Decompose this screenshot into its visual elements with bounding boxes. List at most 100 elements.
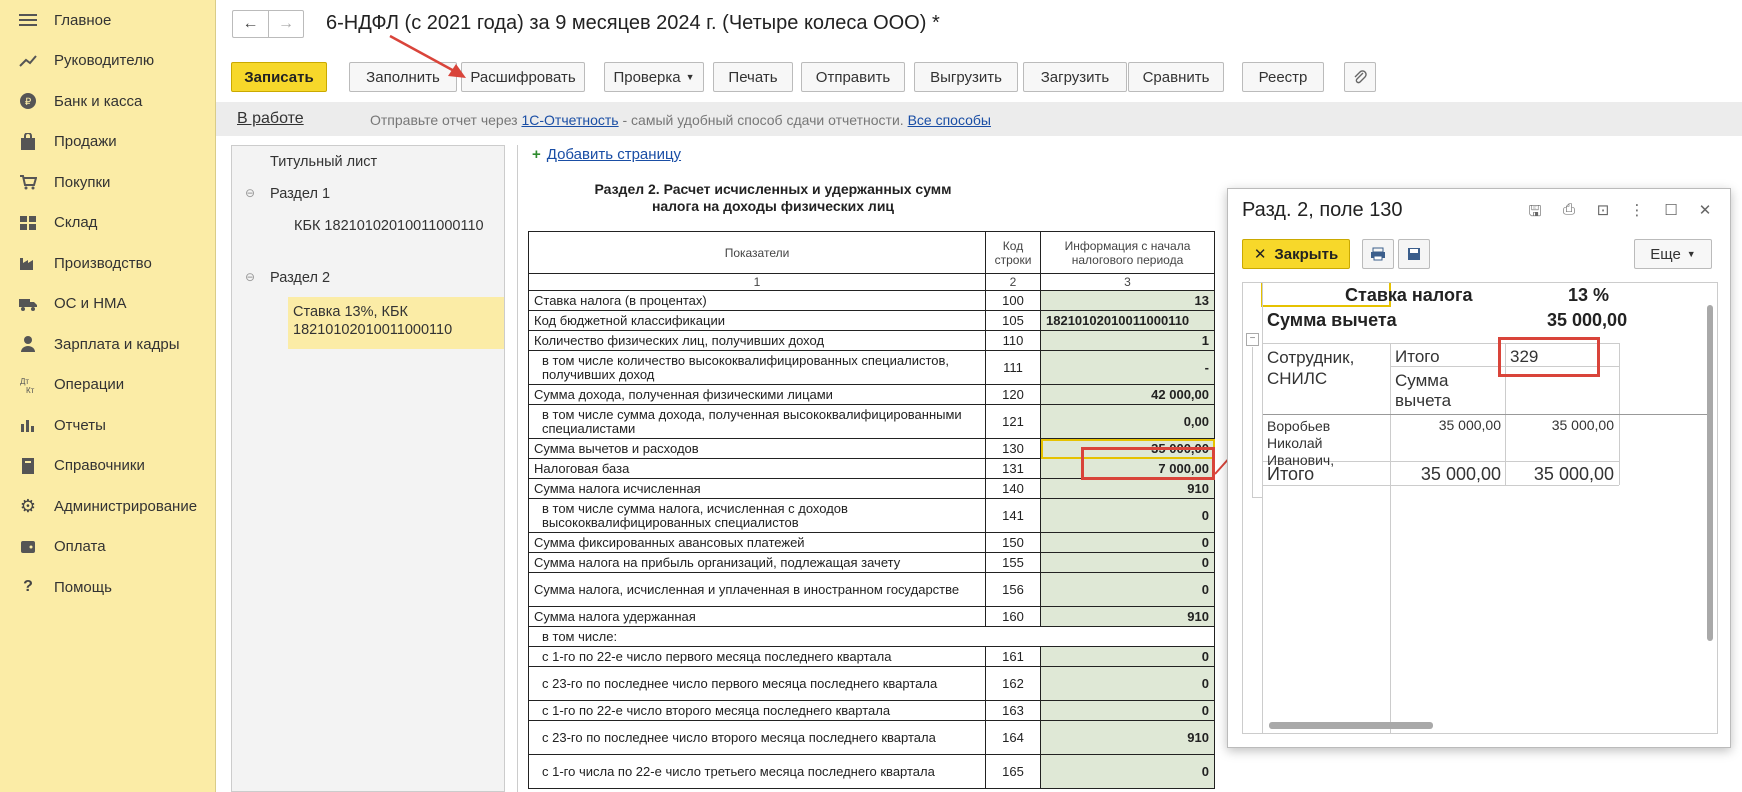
tree-item-section1[interactable]: ⊖ Раздел 1 (232, 186, 504, 210)
value-cell[interactable]: 0 (1040, 646, 1215, 667)
sidebar-item-admin[interactable]: ⚙ Администрирование (0, 486, 215, 527)
more-vert-icon[interactable]: ⋮ (1620, 201, 1654, 226)
vertical-scrollbar[interactable] (1705, 287, 1715, 717)
send-button[interactable]: Отправить (801, 62, 905, 92)
header-line: Сотрудник, (1267, 348, 1355, 367)
value-cell[interactable]: 0 (1040, 666, 1215, 701)
preview-icon[interactable]: ⊡ (1586, 201, 1620, 226)
all-methods-link[interactable]: Все способы (908, 112, 991, 128)
indicator-cell: Сумма налога исчисленная (528, 478, 986, 499)
scrollbar-thumb[interactable] (1707, 305, 1713, 641)
table-row: с 1-го по 22-е число первого месяца посл… (528, 646, 1215, 667)
status-text: Отправьте отчет через (370, 112, 522, 128)
sidebar-item-payment[interactable]: Оплата (0, 527, 215, 568)
table-row: Сумма налога, исчисленная и уплаченная в… (528, 572, 1215, 607)
forward-button[interactable]: → (268, 10, 304, 38)
group-collapse-icon[interactable]: − (1246, 333, 1259, 346)
sidebar-item-warehouse[interactable]: Склад (0, 203, 215, 244)
sidebar-item-production[interactable]: Производство (0, 243, 215, 284)
tree-item-rate[interactable]: Ставка 13%, КБК 18210102010011000110 (288, 297, 504, 349)
sidebar-item-salary[interactable]: Зарплата и кадры (0, 324, 215, 365)
total-row-value: 35 000,00 (1420, 464, 1501, 484)
rate-label: Ставка налога (1345, 285, 1473, 305)
value-cell[interactable]: 0 (1040, 532, 1215, 553)
sidebar-item-fixed-assets[interactable]: ОС и НМА (0, 284, 215, 325)
truck-icon (18, 294, 38, 314)
sidebar-item-catalogs[interactable]: Справочники (0, 446, 215, 487)
decode-button[interactable]: Расшифровать (461, 62, 585, 92)
chevron-down-icon: ▼ (685, 72, 695, 82)
value-cell[interactable]: - (1040, 350, 1215, 385)
svg-text:₽: ₽ (25, 97, 32, 108)
print-button[interactable]: Печать (713, 62, 793, 92)
tree-item-kbk1[interactable]: КБК 18210102010011000110 (232, 218, 504, 242)
value-cell[interactable]: 0 (1040, 754, 1215, 789)
save-button[interactable]: Записать (231, 62, 327, 92)
value-cell[interactable]: 0 (1040, 572, 1215, 607)
close-button[interactable]: ✕ Закрыть (1242, 239, 1350, 269)
tree-item-section2[interactable]: ⊖ Раздел 2 (232, 270, 504, 294)
tree-item-label: Ставка 13%, КБК (293, 304, 408, 320)
table-row: с 1-го числа по 22-е число третьего меся… (528, 754, 1215, 789)
indicator-cell: Налоговая база (528, 458, 986, 479)
collapse-icon[interactable]: ⊖ (245, 186, 255, 200)
scrollbar-thumb[interactable] (1269, 722, 1433, 729)
group-line (1252, 347, 1253, 497)
code-cell: 141 (985, 498, 1041, 533)
value-cell[interactable]: 0,00 (1040, 404, 1215, 439)
sidebar-item-purchases[interactable]: Покупки (0, 162, 215, 203)
close-icon[interactable]: ✕ (1688, 201, 1722, 226)
import-button[interactable]: Загрузить (1023, 62, 1127, 92)
tree-item-title-page[interactable]: Титульный лист (232, 154, 504, 178)
export-button[interactable]: Выгрузить (914, 62, 1018, 92)
print-icon[interactable]: ⎙ (1552, 201, 1586, 226)
table-row: с 1-го по 22-е число второго месяца посл… (528, 700, 1215, 721)
value-cell[interactable]: 13 (1040, 290, 1215, 311)
column-number: 3 (1040, 273, 1215, 291)
horizontal-scrollbar[interactable] (1257, 720, 1687, 730)
fill-button[interactable]: Заполнить (349, 62, 457, 92)
check-dropdown-button[interactable]: Проверка ▼ (604, 62, 704, 92)
value-cell[interactable]: 42 000,00 (1040, 384, 1215, 405)
maximize-icon[interactable]: ☐ (1654, 201, 1688, 226)
table-row: Сумма налога на прибыль организаций, под… (528, 552, 1215, 573)
sidebar-item-sales[interactable]: Продажи (0, 122, 215, 163)
value-cell[interactable]: 0 (1040, 552, 1215, 573)
status-message: Отправьте отчет через 1С-Отчетность - са… (370, 112, 991, 128)
status-link[interactable]: В работе (237, 110, 304, 128)
decode-spreadsheet[interactable]: Ставка налога 13 % Сумма вычета 35 000,0… (1242, 282, 1718, 734)
sidebar-item-bank[interactable]: ₽ Банк и касса (0, 81, 215, 122)
sidebar-item-label: Производство (54, 254, 152, 272)
back-button[interactable]: ← (232, 10, 268, 38)
save-file-button[interactable] (1398, 239, 1430, 269)
save-icon[interactable]: 🖫 (1518, 201, 1552, 226)
more-button[interactable]: Еще ▼ (1634, 239, 1712, 269)
add-page-link[interactable]: + Добавить страницу (532, 146, 681, 163)
grid-line (1263, 414, 1709, 415)
sidebar-item-label: Покупки (54, 173, 111, 191)
registry-button[interactable]: Реестр (1242, 62, 1324, 92)
value-cell[interactable]: 18210102010011000110 (1040, 310, 1215, 331)
sidebar-item-reports[interactable]: Отчеты (0, 405, 215, 446)
dt-kt-icon: Дт Кт (18, 375, 38, 395)
value-cell[interactable]: 0 (1040, 700, 1215, 721)
value-cell[interactable]: 0 (1040, 498, 1215, 533)
value-cell[interactable]: 910 (1040, 478, 1215, 499)
value-cell[interactable]: 910 (1040, 720, 1215, 755)
value-cell[interactable]: 1 (1040, 330, 1215, 351)
page-title: 6-НДФЛ (с 2021 года) за 9 месяцев 2024 г… (326, 12, 940, 34)
attach-button[interactable] (1344, 62, 1376, 92)
sidebar-item-manager[interactable]: Руководителю (0, 41, 215, 82)
sidebar-item-operations[interactable]: Дт Кт Операции (0, 365, 215, 406)
table-row: в том числе сумма налога, исчисленная с … (528, 498, 1215, 533)
collapse-icon[interactable]: ⊖ (245, 270, 255, 284)
compare-button[interactable]: Сравнить (1128, 62, 1224, 92)
code-cell: 140 (985, 478, 1041, 499)
sidebar-item-main[interactable]: Главное (0, 0, 215, 41)
1c-reporting-link[interactable]: 1С-Отчетность (521, 112, 618, 128)
value-cell[interactable]: 910 (1040, 606, 1215, 627)
arrow-left-icon: ← (242, 15, 259, 32)
sidebar-item-help[interactable]: ? Помощь (0, 567, 215, 608)
print-button[interactable] (1362, 239, 1394, 269)
indicator-cell: с 1-го числа по 22-е число третьего меся… (528, 754, 986, 789)
